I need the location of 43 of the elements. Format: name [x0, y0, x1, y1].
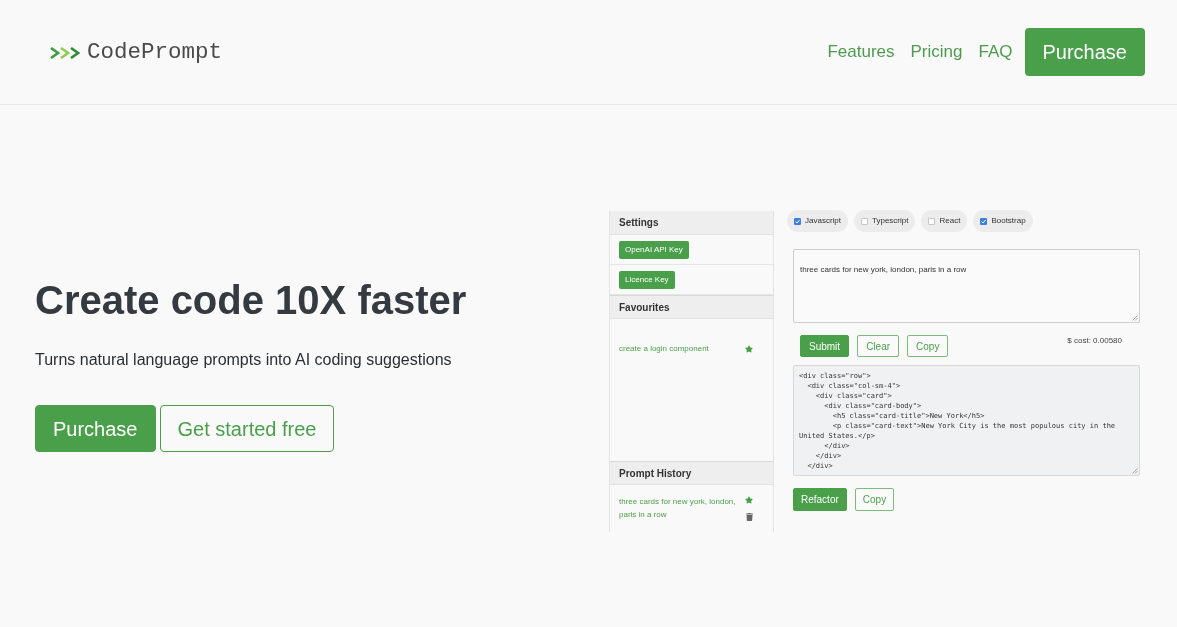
settings-button[interactable]: OpenAI API Key [619, 240, 689, 259]
option-label: Bootstrap [991, 215, 1026, 227]
option-label: React [939, 215, 961, 227]
resize-grip-icon[interactable] [1132, 468, 1138, 474]
option-toggle[interactable]: React [921, 210, 968, 232]
code-output-field[interactable] [793, 365, 1140, 476]
cta-button[interactable]: Purchase [35, 405, 156, 452]
option-toggle[interactable]: Bootstrap [973, 210, 1033, 232]
code-action-button[interactable]: Copy [854, 488, 895, 511]
brand-name[interactable]: CodePrompt [87, 36, 223, 70]
star-icon[interactable] [745, 496, 753, 504]
purchase-button[interactable]: Purchase [1024, 28, 1145, 76]
favourite-link[interactable]: create a login component [619, 343, 709, 355]
hero-title: Create code 10X faster [35, 277, 468, 324]
action-button[interactable]: Submit [800, 335, 850, 357]
action-button[interactable]: Copy [907, 335, 949, 357]
checkbox[interactable] [794, 217, 801, 225]
resize-grip-icon[interactable] [1132, 315, 1138, 321]
history-link[interactable]: three cards for new york, london, paris in a row [619, 495, 743, 521]
settings-button[interactable]: Licence Key [619, 270, 675, 289]
chevrons-logo-icon [50, 47, 80, 59]
nav-link[interactable]: Pricing [910, 39, 963, 65]
option-label: Javascript [805, 215, 841, 227]
prompt-text: three cards for new york, london, paris in a row [800, 265, 967, 274]
cta-button[interactable]: Get started free [159, 405, 335, 452]
checkbox[interactable] [861, 217, 868, 225]
action-button[interactable]: Clear [857, 335, 900, 357]
option-toggle[interactable]: Typescript [854, 210, 916, 232]
option-label: Typescript [872, 215, 909, 227]
prompt-field[interactable]: three cards for new york, london, paris in a row [793, 249, 1140, 323]
nav-link[interactable]: Features [827, 39, 895, 65]
hero-subtitle: Turns natural language prompts into AI coding suggestions [35, 350, 453, 370]
star-icon[interactable] [745, 345, 753, 353]
checkbox[interactable] [928, 217, 936, 225]
code-action-button[interactable]: Refactor [793, 488, 847, 511]
section-header: Settings [610, 211, 773, 235]
cost-label: $ cost: 0.00580 [1067, 335, 1122, 347]
section-header: Favourites [610, 295, 773, 319]
nav-link[interactable]: FAQ [978, 39, 1013, 65]
trash-icon[interactable] [745, 513, 753, 521]
checkbox[interactable] [980, 217, 988, 225]
section-header: Prompt History [610, 461, 773, 485]
option-toggle[interactable]: Javascript [787, 210, 848, 232]
